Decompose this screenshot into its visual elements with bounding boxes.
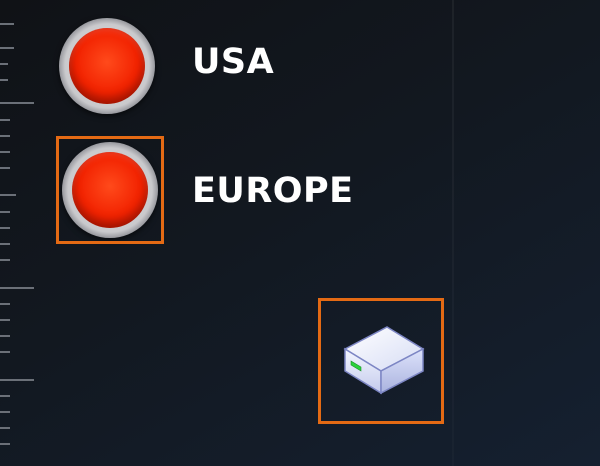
- red-status-led-icon[interactable]: [59, 18, 155, 114]
- region-status-europe[interactable]: EUROPE: [56, 136, 353, 244]
- region-label-usa: USA: [192, 42, 275, 82]
- region-label-europe: EUROPE: [192, 171, 354, 211]
- left-ruler: [0, 0, 40, 466]
- led-lamp: [72, 152, 148, 228]
- ruler-ticks: [0, 23, 34, 445]
- region-status-usa[interactable]: USA: [56, 15, 274, 117]
- storage-drive-icon[interactable]: [331, 319, 431, 403]
- red-status-led-icon[interactable]: [62, 142, 158, 238]
- storage-drive-item[interactable]: [318, 298, 444, 424]
- led-lamp: [69, 28, 145, 104]
- europe-led-container[interactable]: [56, 136, 164, 244]
- panel-divider: [452, 0, 454, 466]
- usa-led-container[interactable]: [56, 15, 158, 117]
